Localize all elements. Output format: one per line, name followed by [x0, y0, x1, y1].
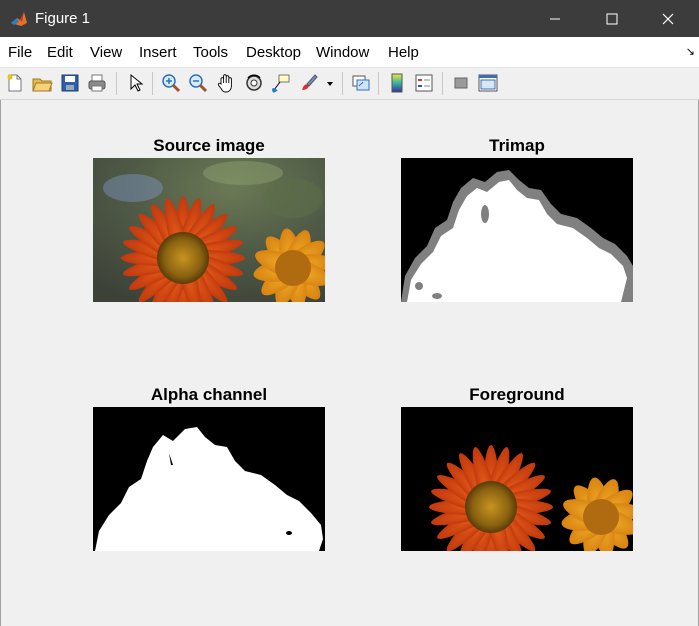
alpha-channel-image	[93, 407, 325, 551]
show-plot-tools-icon[interactable]	[477, 72, 499, 94]
foreground-axes[interactable]	[401, 407, 633, 551]
toolbar-separator	[378, 72, 379, 95]
zoom-out-icon[interactable]	[187, 72, 209, 94]
figure-canvas: Source image Trimap Alpha channel Foregr…	[0, 100, 699, 626]
axes-title-foreground: Foreground	[469, 385, 565, 404]
save-icon[interactable]	[59, 72, 81, 94]
menu-file[interactable]: File	[8, 44, 32, 61]
window-title: Figure 1	[35, 10, 91, 27]
trimap-image	[401, 158, 633, 302]
rotate-3d-icon[interactable]	[243, 72, 265, 94]
print-icon[interactable]	[86, 72, 108, 94]
open-file-icon[interactable]	[31, 72, 53, 94]
brush-dropdown-icon[interactable]	[324, 72, 336, 94]
colorbar-icon[interactable]	[386, 72, 408, 94]
link-plot-icon[interactable]	[350, 72, 372, 94]
menu-bar: File Edit View Insert Tools Desktop Wind…	[0, 37, 699, 68]
axes-title-source-image: Source image	[153, 136, 265, 155]
source-image	[93, 158, 325, 302]
axes-title-alpha-channel: Alpha channel	[150, 385, 268, 404]
select-arrow-icon[interactable]	[124, 72, 146, 94]
data-cursor-icon[interactable]	[270, 72, 292, 94]
menu-window[interactable]: Window	[316, 44, 369, 61]
axes-title-trimap: Trimap	[489, 136, 545, 155]
maximize-icon	[606, 13, 618, 24]
toolbar-separator	[116, 72, 117, 95]
menu-edit[interactable]: Edit	[47, 44, 73, 61]
dock-arrow-icon[interactable]: ↘	[686, 45, 695, 58]
toolbar-separator	[342, 72, 343, 95]
title-bar: Figure 1	[0, 0, 699, 37]
new-figure-icon[interactable]	[4, 72, 26, 94]
trimap-axes[interactable]	[401, 158, 633, 302]
alpha-channel-axes[interactable]	[93, 407, 325, 551]
legend-icon[interactable]	[413, 72, 435, 94]
matlab-logo-icon	[9, 9, 29, 29]
close-button[interactable]	[645, 0, 691, 37]
pan-hand-icon[interactable]	[215, 72, 237, 94]
minimize-icon	[550, 18, 560, 19]
close-icon	[662, 13, 674, 24]
figure-toolbar	[0, 68, 699, 100]
menu-tools[interactable]: Tools	[193, 44, 228, 61]
menu-view[interactable]: View	[90, 44, 122, 61]
menu-insert[interactable]: Insert	[139, 44, 177, 61]
brush-icon[interactable]	[298, 72, 320, 94]
toolbar-separator	[152, 72, 153, 95]
source-image-axes[interactable]	[93, 158, 325, 302]
foreground-image	[401, 407, 633, 551]
toolbar-separator	[442, 72, 443, 95]
hide-plot-tools-icon[interactable]	[450, 72, 472, 94]
menu-help[interactable]: Help	[388, 44, 419, 61]
zoom-in-icon[interactable]	[160, 72, 182, 94]
menu-desktop[interactable]: Desktop	[246, 44, 301, 61]
maximize-button[interactable]	[589, 0, 635, 37]
minimize-button[interactable]	[532, 0, 578, 37]
